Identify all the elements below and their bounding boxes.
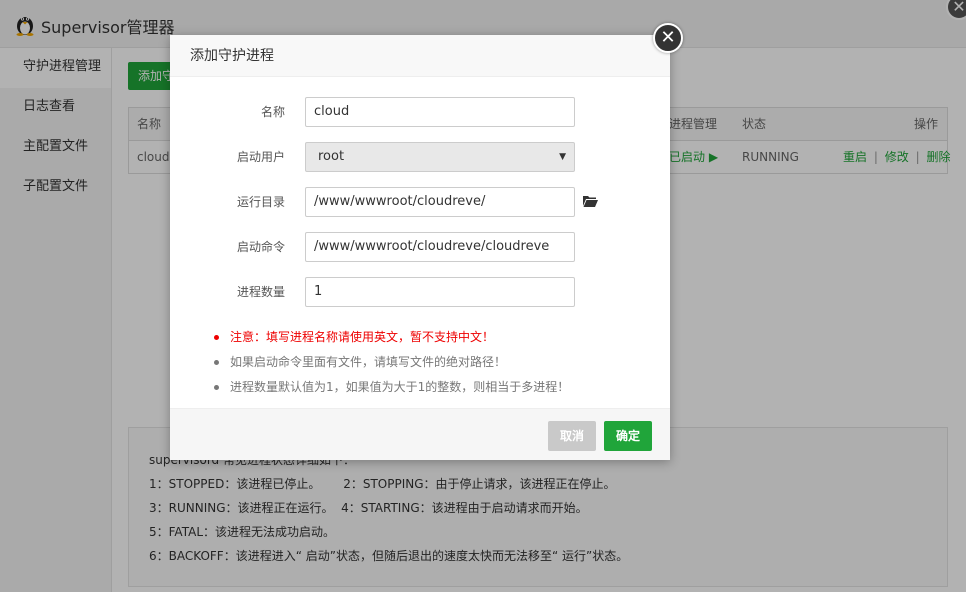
bullet xyxy=(214,385,219,390)
add-daemon-dialog: 添加守护进程 ✕ 名称 cloud 启动用户 root ▼ 运行目录 /www/… xyxy=(170,23,683,460)
name-input[interactable]: cloud xyxy=(305,97,575,127)
user-label: 启动用户 xyxy=(236,150,285,164)
user-row: 启动用户 root ▼ xyxy=(170,142,670,172)
dir-row: 运行目录 /www/wwwroot/cloudreve/ xyxy=(170,187,670,217)
note-text: 注意：填写进程名称请使用英文，暂不支持中文！ xyxy=(230,330,495,344)
cmd-row: 启动命令 /www/wwwroot/cloudreve/cloudreve xyxy=(170,232,670,262)
user-select-value: root xyxy=(318,149,345,164)
bullet xyxy=(214,335,219,340)
dir-input[interactable]: /www/wwwroot/cloudreve/ xyxy=(305,187,575,217)
count-input[interactable]: 1 xyxy=(305,277,575,307)
cmd-label: 启动命令 xyxy=(236,240,285,254)
list-item: 进程数量默认值为1，如果值为大于1的整数，则相当于多进程！ xyxy=(214,375,569,400)
folder-open-icon[interactable] xyxy=(583,195,598,207)
list-item: 如果启动命令里面有文件，请填写文件的绝对路径！ xyxy=(214,350,569,375)
notes-list: 注意：填写进程名称请使用英文，暂不支持中文！ 如果启动命令里面有文件，请填写文件… xyxy=(214,325,569,400)
user-select[interactable]: root ▼ xyxy=(305,142,575,172)
caret-down-icon: ▼ xyxy=(559,152,566,162)
name-label: 名称 xyxy=(260,105,285,119)
note-text: 如果启动命令里面有文件，请填写文件的绝对路径！ xyxy=(230,355,507,369)
confirm-button[interactable]: 确定 xyxy=(604,421,652,451)
count-row: 进程数量 1 xyxy=(170,277,670,307)
cmd-input[interactable]: /www/wwwroot/cloudreve/cloudreve xyxy=(305,232,575,262)
note-text: 进程数量默认值为1，如果值为大于1的整数，则相当于多进程！ xyxy=(230,380,570,394)
bullet xyxy=(214,360,219,365)
name-row: 名称 cloud xyxy=(170,97,670,127)
dialog-close-icon[interactable]: ✕ xyxy=(653,23,683,53)
dialog-footer: 取消 确定 xyxy=(170,408,670,460)
count-label: 进程数量 xyxy=(236,285,285,299)
dialog-title: 添加守护进程 xyxy=(170,35,670,77)
list-item: 注意：填写进程名称请使用英文，暂不支持中文！ xyxy=(214,325,569,350)
dir-label: 运行目录 xyxy=(236,195,285,209)
cancel-button[interactable]: 取消 xyxy=(548,421,596,451)
